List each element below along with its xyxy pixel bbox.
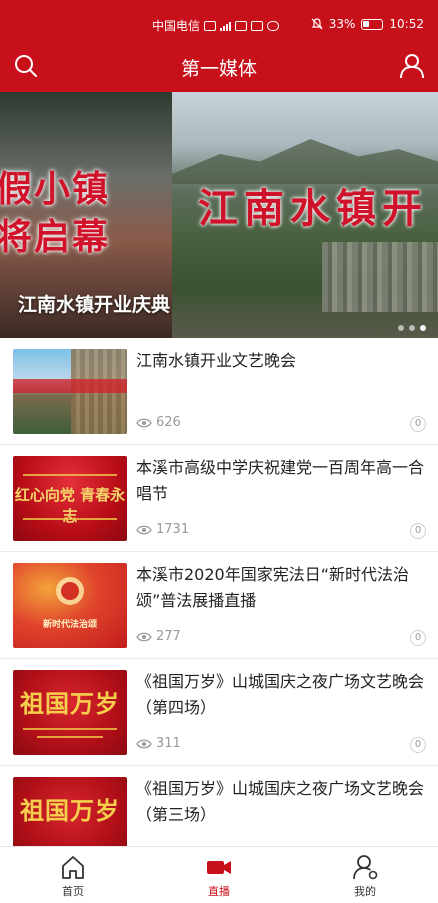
thumbnail-text: 新时代法治颂 [42, 620, 97, 630]
comment-count[interactable]: 0 [410, 523, 426, 539]
list-item[interactable]: 江南水镇开业文艺晚会 626 0 [0, 338, 438, 445]
article-thumbnail: 祖国万岁 [13, 777, 127, 846]
article-thumbnail [13, 349, 127, 434]
eye-icon [136, 632, 152, 641]
tab-mine[interactable]: 我的 [325, 853, 405, 899]
vpn-icon [267, 20, 280, 31]
list-item[interactable]: 祖国万岁 《祖国万岁》山城国庆之夜广场文艺晚会（第三场） [0, 766, 438, 846]
message-notification-icon [251, 20, 264, 31]
landscape-town [322, 242, 438, 312]
home-icon [62, 856, 84, 879]
carrier-group: 中国电信 [152, 17, 280, 34]
article-list[interactable]: 江南水镇开业文艺晚会 626 0 红心向党 青春永志 本溪市高级中学庆祝建党一百… [0, 338, 438, 846]
carrier-label: 中国电信 [152, 19, 201, 33]
article-thumbnail: 新时代法治颂 [13, 563, 127, 648]
thumbnail-decoration [23, 518, 117, 520]
view-count-value: 626 [156, 415, 181, 430]
battery-percent: 33% [328, 17, 356, 31]
comment-count[interactable]: 0 [410, 630, 426, 646]
user-icon [400, 54, 424, 79]
view-count: 1731 [136, 522, 189, 537]
comment-bubble-icon: 0 [410, 416, 426, 432]
carousel-indicator [398, 325, 426, 331]
thumbnail-text: 祖国万岁 [20, 689, 120, 718]
profile-button[interactable] [398, 52, 426, 80]
thumbnail-decoration [23, 474, 117, 476]
banner-caption: 江南水镇开业庆典 [18, 294, 171, 316]
article-title: 《祖国万岁》山城国庆之夜广场文艺晚会（第三场） [136, 779, 425, 824]
banner-slide-current[interactable]: 江南水镇开 [172, 92, 438, 338]
signal-icon [220, 21, 232, 31]
status-bar: 中国电信 33% 10:52 [0, 0, 438, 40]
clock: 10:52 [389, 17, 424, 31]
battery-icon [361, 18, 384, 30]
eye-icon [136, 418, 152, 427]
tab-live[interactable]: 直播 [179, 853, 259, 899]
profile-icon [353, 855, 378, 880]
tab-home-label: 首页 [62, 885, 84, 898]
article-title: 本溪市高级中学庆祝建党一百周年高一合唱节 [136, 458, 425, 503]
view-count-value: 277 [156, 629, 181, 644]
banner-image-text: 江南水镇开 [198, 185, 428, 232]
eye-icon [136, 525, 152, 534]
tab-live-label: 直播 [208, 885, 230, 898]
bottom-tab-bar: 首页 直播 我的 [0, 846, 438, 903]
view-count: 277 [136, 629, 181, 644]
page-title: 第一媒体 [180, 58, 257, 80]
carousel-dot[interactable] [398, 325, 404, 331]
article-thumbnail: 红心向党 青春永志 [13, 456, 127, 541]
eye-icon [136, 739, 152, 748]
view-count: 311 [136, 736, 181, 751]
banner-image-text: 将启幕 [0, 216, 111, 258]
article-title: 江南水镇开业文艺晚会 [136, 351, 297, 370]
hd-icon [204, 20, 217, 31]
comment-bubble-icon: 0 [410, 737, 426, 753]
comment-bubble-icon: 0 [410, 630, 426, 646]
tab-mine-label: 我的 [354, 885, 376, 898]
carousel-dot[interactable] [409, 325, 415, 331]
article-title: 本溪市2020年国家宪法日“新时代法治颂”普法展播直播 [136, 565, 410, 610]
view-count-value: 1731 [156, 522, 190, 537]
article-thumbnail: 祖国万岁 [13, 670, 127, 755]
banner-carousel[interactable]: 假小镇 将启幕 江南水镇开 江南水镇开业庆典 [0, 92, 438, 338]
list-item[interactable]: 红心向党 青春永志 本溪市高级中学庆祝建党一百周年高一合唱节 1731 0 [0, 445, 438, 552]
comment-count[interactable]: 0 [410, 416, 426, 432]
view-count: 626 [136, 415, 181, 430]
emblem-icon [56, 577, 84, 605]
video-camera-icon [207, 861, 231, 874]
article-title: 《祖国万岁》山城国庆之夜广场文艺晚会（第四场） [136, 672, 425, 717]
thumbnail-banner-stripe [13, 379, 127, 393]
app-header: 第一媒体 [0, 40, 438, 92]
list-item[interactable]: 祖国万岁 《祖国万岁》山城国庆之夜广场文艺晚会（第四场） 311 0 [0, 659, 438, 766]
status-right: 33% 10:52 [311, 17, 424, 31]
mute-icon [311, 18, 323, 30]
thumbnail-text: 祖国万岁 [20, 796, 120, 825]
tab-home[interactable]: 首页 [33, 853, 113, 899]
thumbnail-decoration [23, 728, 117, 730]
banner-image-text: 假小镇 [0, 168, 111, 210]
list-item[interactable]: 新时代法治颂 本溪市2020年国家宪法日“新时代法治颂”普法展播直播 277 0 [0, 552, 438, 659]
view-count-value: 311 [156, 736, 181, 751]
app-notification-icon [235, 20, 248, 31]
thumbnail-decoration [37, 736, 103, 738]
carousel-dot-active[interactable] [420, 325, 426, 331]
comment-bubble-icon: 0 [410, 523, 426, 539]
comment-count[interactable]: 0 [410, 737, 426, 753]
